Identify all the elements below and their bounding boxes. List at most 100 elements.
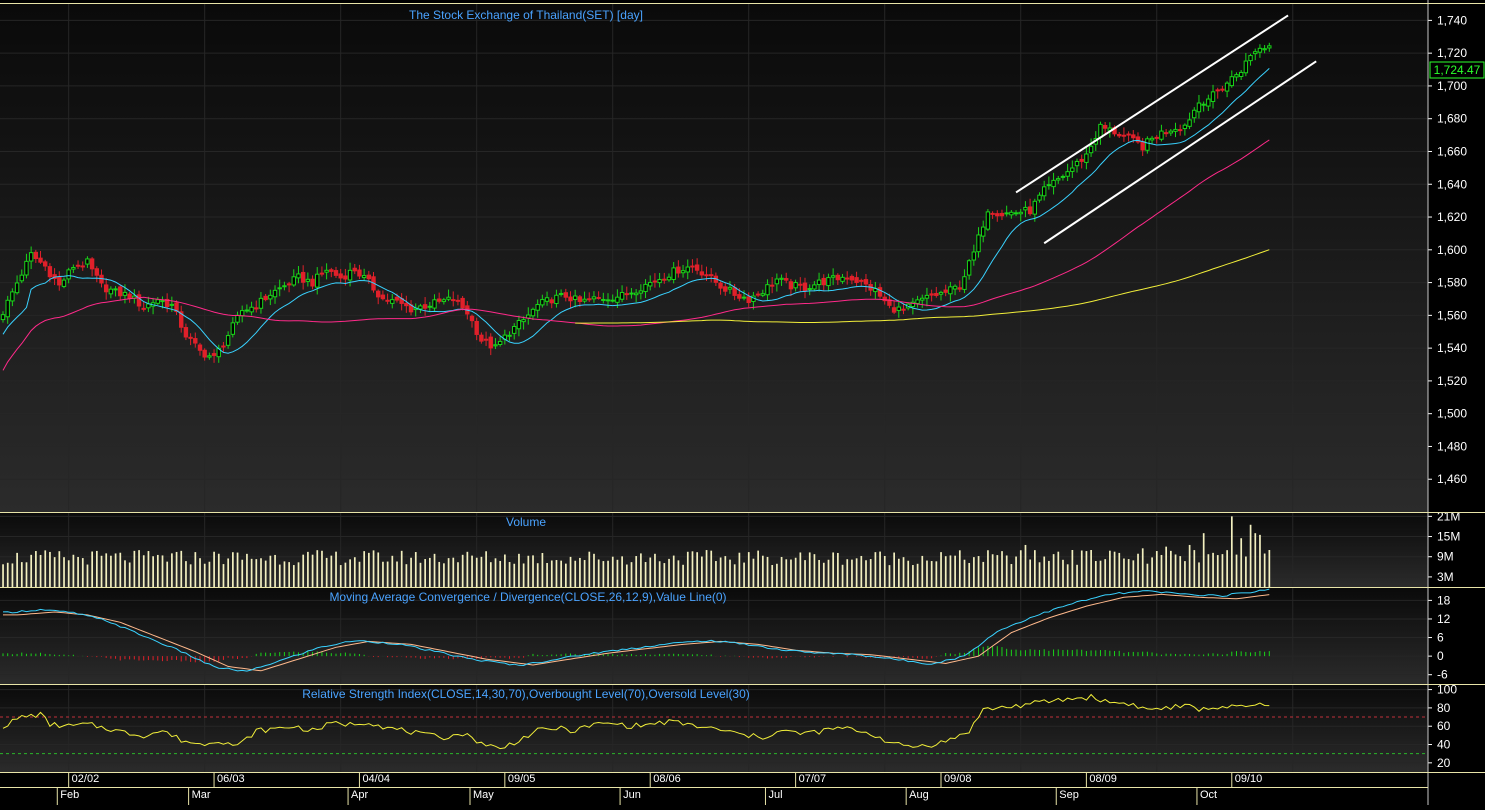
price-candle-body	[563, 292, 568, 298]
volume-bar	[325, 557, 328, 587]
volume-bar	[6, 562, 9, 587]
volume-bar	[283, 561, 286, 587]
volume-bar	[1202, 533, 1205, 587]
price-candle-body	[999, 212, 1005, 217]
volume-bar	[710, 550, 713, 587]
volume-bar	[246, 553, 248, 587]
volume-bar	[912, 565, 914, 587]
price-candle-body	[971, 251, 977, 261]
price-candle-body	[376, 290, 381, 298]
volume-bar	[743, 562, 745, 587]
price-candle-body	[587, 298, 592, 301]
volume-bar	[377, 552, 380, 587]
volume-bar	[344, 562, 347, 587]
price-candle-body	[901, 308, 906, 311]
volume-bar	[644, 562, 647, 587]
volume-bar	[1071, 550, 1074, 587]
volume-bar	[1113, 551, 1116, 587]
price-candle-body	[666, 276, 672, 281]
volume-bar	[837, 552, 839, 587]
price-candle-body	[962, 276, 967, 290]
volume-bar	[940, 552, 942, 587]
price-candle-body	[1051, 179, 1056, 188]
volume-bar	[841, 564, 844, 587]
volume-bar	[405, 564, 408, 587]
volume-chart-title: Volume	[506, 515, 546, 529]
volume-bar	[368, 552, 370, 587]
volume-bar	[776, 563, 778, 587]
price-candle-body	[718, 282, 723, 289]
volume-bar	[1226, 550, 1228, 587]
volume-bar	[715, 561, 717, 587]
volume-bar	[156, 554, 159, 587]
volume-bar	[818, 559, 820, 587]
volume-bar	[522, 563, 525, 587]
price-candle-body	[577, 296, 583, 302]
price-candle-body	[821, 277, 826, 286]
month-label: Apr	[351, 789, 368, 801]
volume-bar	[353, 557, 356, 587]
volume-bar	[1024, 544, 1027, 587]
volume-bar	[719, 557, 722, 587]
price-candle-body	[690, 265, 695, 268]
volume-y-tick-label: 15M	[1437, 530, 1460, 544]
price-candle-body	[582, 298, 587, 302]
price-candle-body	[235, 314, 240, 323]
price-candle-body	[662, 278, 667, 281]
volume-bar	[1249, 524, 1252, 587]
volume-bar	[105, 553, 108, 587]
volume-bar	[1207, 554, 1210, 587]
volume-bar	[81, 558, 84, 587]
price-candle-body	[315, 273, 320, 288]
price-candle-body	[436, 298, 442, 302]
price-candle-body	[380, 294, 386, 300]
volume-bar	[733, 564, 736, 587]
price-candle-body	[1065, 171, 1070, 177]
price-candle-body	[605, 299, 611, 302]
volume-bar	[124, 560, 126, 587]
price-candle-body	[268, 294, 273, 300]
price-y-tick-label: 1,460	[1437, 472, 1467, 486]
price-candle-body	[1234, 74, 1239, 78]
price-candle-body	[1177, 129, 1183, 132]
volume-bar	[400, 550, 403, 587]
volume-bar	[930, 561, 933, 587]
price-candle-body	[526, 314, 531, 319]
price-candle-body	[1056, 178, 1061, 181]
volume-bar	[1038, 562, 1041, 587]
volume-bar	[649, 557, 652, 587]
price-candle-body	[1004, 212, 1009, 215]
price-candle-body	[38, 257, 43, 263]
volume-bar	[1001, 551, 1003, 587]
price-candle-body	[441, 299, 447, 303]
price-candle-body	[1013, 212, 1019, 215]
price-candle-body	[263, 295, 268, 301]
price-candle-body	[291, 276, 296, 286]
price-candle-body	[516, 319, 522, 330]
price-y-tick-label: 1,640	[1437, 177, 1467, 191]
price-y-tick-label: 1,680	[1437, 112, 1467, 126]
volume-bar	[1146, 563, 1149, 587]
price-candle-body	[601, 298, 606, 301]
price-candle-body	[300, 271, 306, 283]
volume-bar	[499, 560, 502, 587]
price-y-tick-label: 1,700	[1437, 79, 1467, 93]
volume-bar	[1240, 538, 1243, 587]
macd-y-tick-label: 12	[1437, 612, 1451, 626]
x-tick-label: 09/10	[1235, 773, 1263, 785]
volume-bar	[128, 562, 131, 587]
price-candle-body	[915, 299, 920, 304]
price-candle-body	[1032, 200, 1037, 215]
volume-bar	[1099, 560, 1102, 587]
volume-bar	[1029, 559, 1032, 587]
price-candle-body	[71, 266, 76, 270]
x-tick-label: 08/06	[653, 773, 681, 785]
price-candle-body	[798, 283, 803, 286]
price-candle-body	[615, 296, 620, 303]
month-label: Feb	[60, 789, 79, 801]
volume-bar	[232, 552, 234, 587]
price-candle-body	[948, 286, 953, 295]
macd-chart-title: Moving Average Convergence / Divergence(…	[329, 590, 726, 604]
volume-bar	[1254, 533, 1257, 587]
price-candle-body	[1131, 134, 1136, 139]
